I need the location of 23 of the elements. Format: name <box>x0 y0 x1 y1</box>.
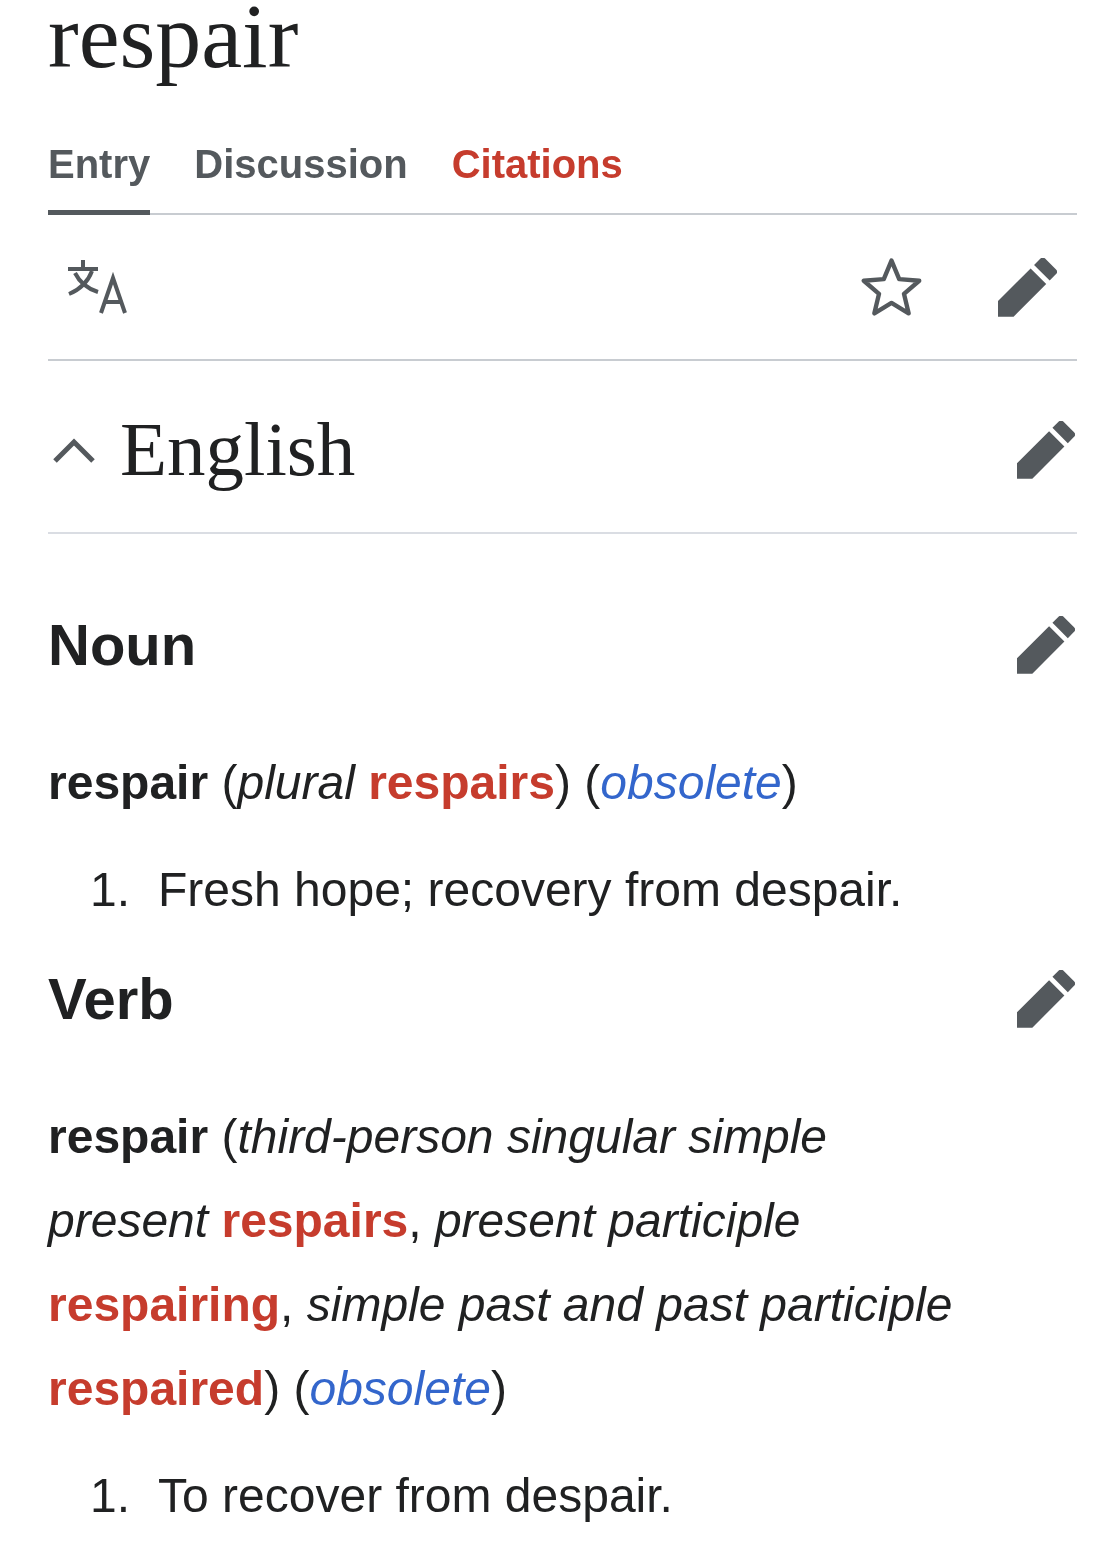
star-icon[interactable] <box>861 258 922 316</box>
tab[interactable]: Citations <box>451 140 623 215</box>
inflection-link[interactable]: respairs <box>368 756 555 809</box>
tab[interactable]: Entry <box>48 140 151 215</box>
translate-icon[interactable] <box>66 260 130 314</box>
pencil-icon[interactable] <box>1017 420 1075 479</box>
definition-text: Fresh hope; recovery from despair. <box>158 863 903 916</box>
pencil-icon[interactable] <box>1017 616 1075 674</box>
definition-text: To recover from despair. <box>158 1469 673 1522</box>
inflection-link[interactable]: respairing <box>48 1278 281 1331</box>
tab[interactable]: Discussion <box>194 140 408 215</box>
pencil-icon[interactable] <box>998 257 1057 317</box>
usage-label-link[interactable]: obsolete <box>309 1362 491 1415</box>
list-number: 1. <box>90 863 131 916</box>
part-of-speech-heading: Noun <box>48 616 197 674</box>
headword-line: respair (plural respairs) (obsolete) <box>48 755 799 811</box>
pencil-icon[interactable] <box>1017 970 1075 1028</box>
inflection-link[interactable]: respaired <box>48 1362 265 1415</box>
headword-line: respair (third-person singular simple present respairs, present participle respairing, simple past and past participle respaired) (obsolete) <box>48 1109 954 1417</box>
inflection-link[interactable]: respairs <box>221 1194 409 1247</box>
part-of-speech-heading: Verb <box>48 970 174 1028</box>
list-number: 1. <box>90 1469 131 1522</box>
usage-label-link[interactable]: obsolete <box>600 756 782 809</box>
